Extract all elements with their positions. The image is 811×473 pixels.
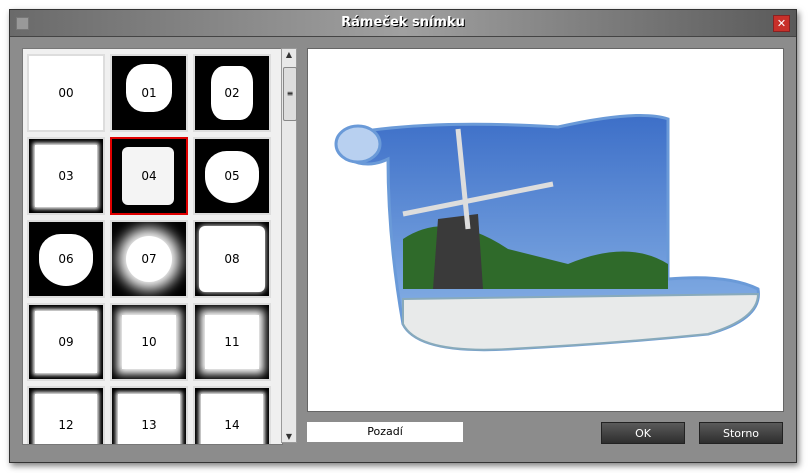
- cancel-button[interactable]: Storno: [699, 422, 783, 444]
- frame-dialog: Rámeček snímku ✕ 00 01 02 03 04 05 06 07 08 09 10 1…: [9, 9, 797, 463]
- frame-thumb-10[interactable]: 10: [110, 303, 188, 381]
- scrollbar[interactable]: ▲ ≡ ▼: [281, 48, 297, 443]
- background-field[interactable]: Pozadí: [307, 422, 463, 442]
- frame-label: 10: [141, 335, 157, 349]
- frame-thumb-01[interactable]: 01: [110, 54, 188, 132]
- frame-thumb-09[interactable]: 09: [27, 303, 105, 381]
- frame-label: 00: [58, 86, 74, 100]
- frame-label: 12: [58, 418, 74, 432]
- frame-preview: [307, 48, 784, 412]
- frame-thumb-14[interactable]: 14: [193, 386, 271, 444]
- scroll-thumb[interactable]: ≡: [283, 67, 297, 121]
- frame-thumb-04[interactable]: 04: [110, 137, 188, 215]
- frame-label: 09: [58, 335, 74, 349]
- close-icon[interactable]: ✕: [773, 15, 790, 32]
- frame-list: 00 01 02 03 04 05 06 07 08 09 10 11 12 13 14: [22, 48, 283, 445]
- frame-thumb-13[interactable]: 13: [110, 386, 188, 444]
- frame-thumb-06[interactable]: 06: [27, 220, 105, 298]
- frame-label: 14: [224, 418, 240, 432]
- scroll-up-icon[interactable]: ▲: [282, 50, 296, 59]
- ok-button[interactable]: OK: [601, 422, 685, 444]
- frame-label: 08: [224, 252, 240, 266]
- frame-thumb-08[interactable]: 08: [193, 220, 271, 298]
- frame-thumb-00[interactable]: 00: [27, 54, 105, 132]
- frame-thumb-12[interactable]: 12: [27, 386, 105, 444]
- frame-label: 03: [58, 169, 74, 183]
- preview-image: [334, 113, 760, 352]
- frame-label: 01: [141, 86, 157, 100]
- frame-thumb-11[interactable]: 11: [193, 303, 271, 381]
- frame-thumb-07[interactable]: 07: [110, 220, 188, 298]
- frame-label: 06: [58, 252, 74, 266]
- frame-label: 07: [141, 252, 157, 266]
- frame-thumb-05[interactable]: 05: [193, 137, 271, 215]
- frame-thumb-03[interactable]: 03: [27, 137, 105, 215]
- scroll-down-icon[interactable]: ▼: [282, 432, 296, 441]
- frame-label: 11: [224, 335, 240, 349]
- frame-label: 13: [141, 418, 157, 432]
- title-bar[interactable]: Rámeček snímku ✕: [10, 10, 796, 37]
- frame-label: 02: [224, 86, 240, 100]
- dialog-title: Rámeček snímku: [341, 15, 465, 30]
- frame-label: 04: [141, 169, 157, 183]
- frame-label: 05: [224, 169, 240, 183]
- frame-thumb-02[interactable]: 02: [193, 54, 271, 132]
